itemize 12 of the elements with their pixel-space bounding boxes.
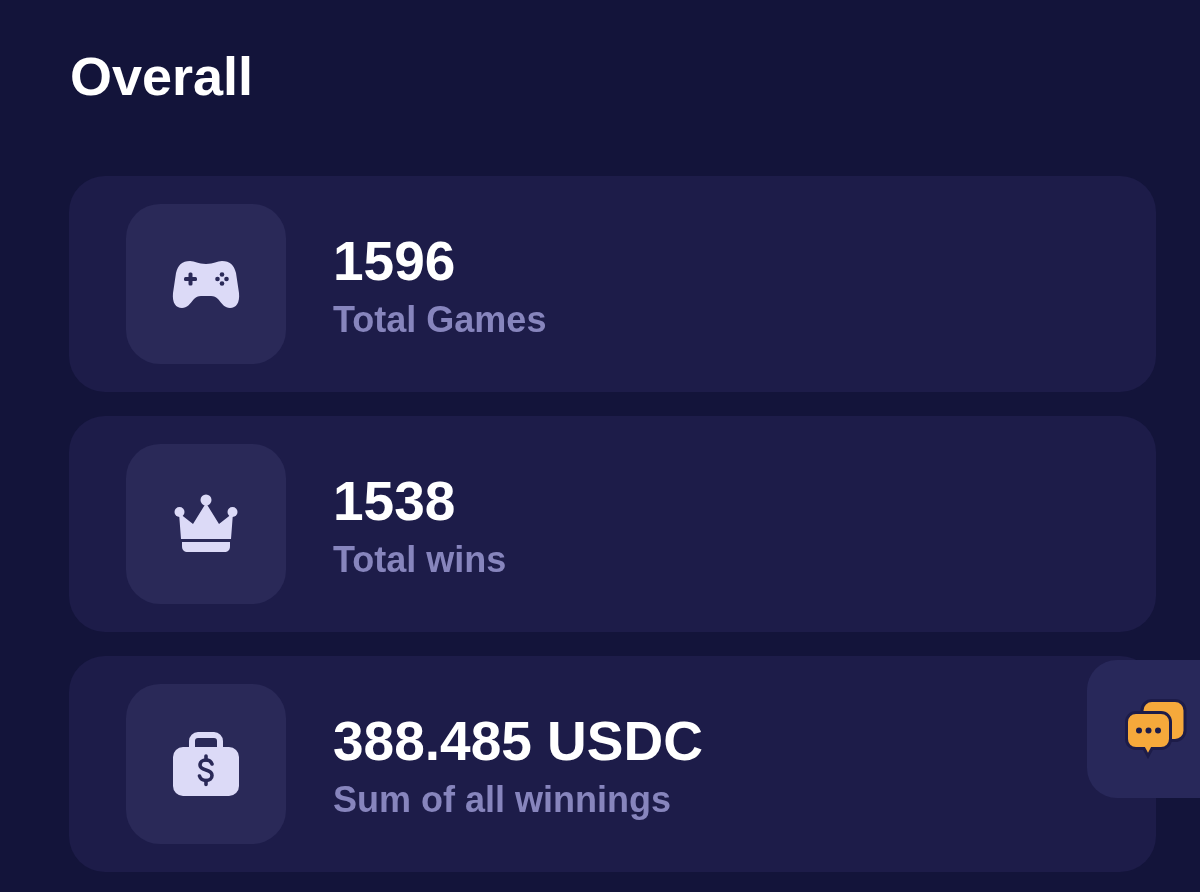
chat-button[interactable] <box>1087 660 1200 798</box>
chat-bubbles-icon <box>1125 699 1187 759</box>
section-title: Overall <box>69 46 255 106</box>
stat-value: 1596 <box>333 230 457 292</box>
stat-label: Sum of all winnings <box>333 778 672 822</box>
stat-label: Total Games <box>333 298 547 342</box>
stat-value: 388.485 USDC <box>333 710 703 772</box>
money-briefcase-icon <box>173 732 239 796</box>
gamepad-icon <box>172 259 240 309</box>
stat-value: 1538 <box>333 470 457 532</box>
stat-label: Total wins <box>333 538 507 582</box>
crown-icon <box>174 494 238 554</box>
